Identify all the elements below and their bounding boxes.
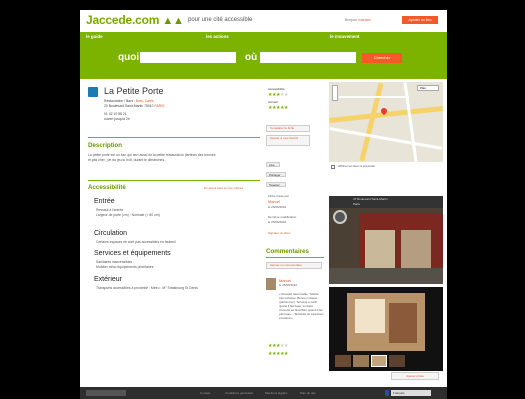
map-road	[403, 82, 418, 162]
complete-sheet-button[interactable]: Compléter la fiche	[266, 125, 310, 132]
comment-date: le 25/06/2010	[279, 283, 298, 287]
description-text: La petite porte est un bar, qui sert aus…	[88, 153, 216, 162]
ou-label: où	[245, 52, 258, 63]
zoom-control[interactable]	[332, 85, 338, 101]
add-comment-button[interactable]: Ajouter un commentaire	[266, 262, 322, 269]
footer-link[interactable]: Mentions légales	[265, 391, 288, 395]
circulation-heading: Circulation	[94, 230, 128, 237]
tagline: pour une cité accessible	[188, 17, 253, 23]
photo-thumbnail[interactable]	[353, 355, 369, 367]
place-category-icon	[88, 87, 98, 97]
comment-accueil-stars: ★★★★★	[268, 351, 288, 357]
footer-link[interactable]: Conditions générales	[225, 391, 253, 395]
map[interactable]: Plan	[329, 82, 443, 162]
map-road	[339, 96, 409, 98]
photo-thumbnail[interactable]	[371, 355, 387, 367]
divider	[266, 257, 324, 258]
comment-text: « Ressaut raisonnable. Toilette très inc…	[279, 292, 324, 320]
map-road	[359, 82, 384, 162]
quoi-input[interactable]	[140, 52, 236, 63]
photo-window	[355, 299, 385, 333]
comment-access-stars: ★★★★★	[268, 343, 288, 349]
exterieur-heading: Extérieur	[94, 276, 123, 283]
services-heading: Services et équipements	[94, 250, 171, 257]
add-photo-button[interactable]: Ajouter photo	[391, 372, 439, 380]
photo-door	[389, 303, 417, 343]
divider	[88, 137, 260, 138]
footer-link[interactable]: Contact	[200, 391, 210, 395]
city-link[interactable]: PARIS	[155, 104, 165, 108]
leaf-logo-icon: ▲▲	[162, 15, 184, 27]
nav-actions[interactable]: les actions	[206, 34, 229, 39]
category-link[interactable]: Bars, Cafés	[136, 99, 154, 103]
services-line: Mobilier et/ou équipements prioritaires	[96, 265, 154, 269]
place-address: Restauration / Bars : Bars, Cafés 20 Bou…	[104, 99, 165, 121]
avatar	[266, 278, 276, 290]
main-column: La Petite Porte Restauration / Bars : Ba…	[86, 82, 260, 382]
tweet-button[interactable]: Tweeter	[266, 182, 286, 187]
rating-access-stars: ★★★★★	[268, 92, 288, 98]
creator-link[interactable]: Marcel	[268, 199, 280, 204]
accessibility-heading: Accessibilité	[88, 184, 126, 191]
page: Jaccede.com ▲▲ pour une cité accessible …	[80, 10, 447, 399]
sidewalk	[329, 268, 443, 284]
exterieur-line: Transports accessibles à proximité : Met…	[96, 286, 198, 290]
nav-guide[interactable]: le guide	[86, 34, 103, 39]
created-date: le 25/06/2010	[268, 205, 287, 209]
entree-line: Largeur de porte (cm) : Normale (> 80 cm…	[96, 213, 160, 217]
footer: Contact Conditions générales Mentions lé…	[80, 387, 447, 399]
nav-search-bar: le guide les actions le mouvement quoi o…	[80, 32, 447, 79]
description-heading: Description	[88, 142, 123, 149]
entree-heading: Entrée	[94, 198, 115, 205]
show-nearby-label: afficher les lieux à proximité	[338, 164, 375, 168]
footer-logo	[86, 390, 126, 396]
like-button[interactable]: Like	[266, 162, 280, 167]
criteria-link[interactable]: En savoir plus sur les critères	[204, 186, 243, 191]
rating-accueil-stars: ★★★★★	[268, 105, 288, 111]
photo-thumbnail[interactable]	[389, 355, 405, 367]
comments-heading: Commentaires	[266, 248, 309, 255]
user-link[interactable]: marcelc	[358, 18, 371, 22]
language-select[interactable]: Français	[391, 390, 431, 396]
search-button[interactable]: Chercher	[362, 53, 402, 63]
show-nearby-checkbox[interactable]	[331, 165, 335, 169]
street-view[interactable]: 47 Boulevard Saint-Martin Paris	[329, 196, 443, 284]
place-title: La Petite Porte	[104, 86, 164, 96]
map-road	[329, 127, 443, 150]
storefront-window	[365, 230, 395, 270]
quoi-label: quoi	[118, 52, 140, 63]
top-bar: Jaccede.com ▲▲ pour une cité accessible …	[80, 10, 447, 32]
ou-input[interactable]	[260, 52, 356, 63]
map-type-select[interactable]: Plan	[417, 85, 439, 91]
report-link[interactable]: Signaler un abus	[268, 231, 291, 236]
storefront-window	[401, 230, 431, 270]
circulation-line: Certains espaces ne sont pas accessibles…	[96, 240, 176, 244]
nav-movement[interactable]: le mouvement	[330, 34, 360, 39]
add-favorite-button[interactable]: Ajouter à mes favoris	[266, 135, 310, 146]
flag-icon	[385, 390, 389, 396]
photo-gallery[interactable]	[329, 287, 443, 371]
compass-icon[interactable]	[333, 210, 347, 224]
photo-thumbnail[interactable]	[335, 355, 351, 367]
site-logo[interactable]: Jaccede.com ▲▲	[86, 13, 184, 27]
greeting: Bonjour marcelc	[345, 18, 371, 22]
street-view-city: Paris	[353, 202, 360, 206]
divider	[88, 180, 260, 181]
add-place-button[interactable]: Ajouter un lieu	[402, 16, 438, 24]
footer-link[interactable]: Plan du site	[300, 391, 316, 395]
share-button[interactable]: Partager	[266, 172, 286, 177]
modified-date: le 25/06/2010	[268, 220, 287, 224]
